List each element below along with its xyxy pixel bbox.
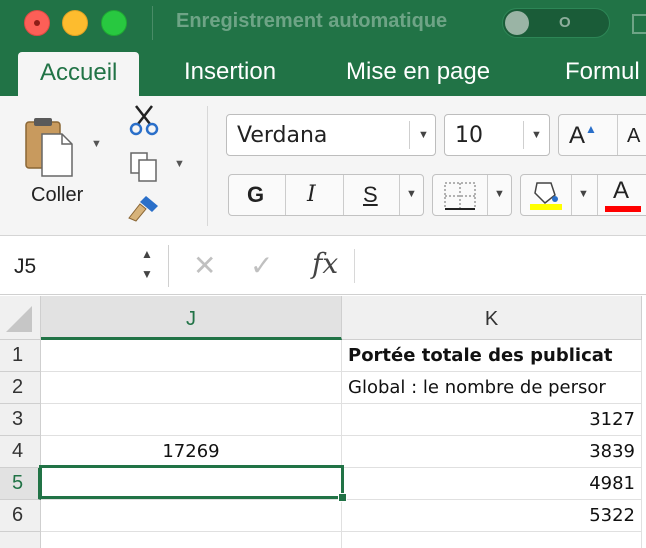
cell-k2[interactable]: Global : le nombre de persor xyxy=(342,372,642,404)
cell-k6[interactable]: 5322 xyxy=(342,500,642,532)
formula-divider xyxy=(354,249,355,283)
color-buttons: ▼ A xyxy=(520,174,646,216)
cell-j4[interactable]: 17269 xyxy=(41,436,342,468)
button-divider xyxy=(571,175,572,215)
format-painter-icon[interactable] xyxy=(128,194,160,224)
clipboard-icon[interactable] xyxy=(24,116,74,178)
ribbon-tabs: Accueil Insertion Mise en page Formul xyxy=(0,46,646,96)
button-divider xyxy=(285,175,286,215)
formula-divider xyxy=(168,245,169,287)
minimize-window-button[interactable] xyxy=(62,10,88,36)
grow-font-button[interactable]: A▲ xyxy=(569,122,597,150)
column-header-j[interactable]: J xyxy=(41,296,342,340)
column-header-k[interactable]: K xyxy=(342,296,642,340)
borders-chevron-down-icon[interactable]: ▼ xyxy=(494,188,505,200)
formula-bar: J5 ▲ ▼ ✕ ✓ fx xyxy=(0,237,646,295)
shrink-font-button[interactable]: A xyxy=(627,125,640,148)
scissors-icon[interactable] xyxy=(128,104,160,136)
chevron-up-icon[interactable]: ▲ xyxy=(141,247,153,261)
font-name-value: Verdana xyxy=(237,123,328,148)
select-all-icon xyxy=(6,306,32,332)
title-divider xyxy=(152,6,153,40)
tab-mise-en-page[interactable]: Mise en page xyxy=(346,46,490,96)
chevron-down-icon[interactable]: ▼ xyxy=(418,129,429,141)
cell-k4[interactable]: 3839 xyxy=(342,436,642,468)
chevron-down-icon[interactable]: ▼ xyxy=(141,267,153,281)
chevron-down-icon[interactable]: ▼ xyxy=(531,129,542,141)
cell-j3[interactable] xyxy=(41,404,342,436)
fill-color-chevron-down-icon[interactable]: ▼ xyxy=(578,188,589,200)
formula-input[interactable] xyxy=(364,251,644,281)
combo-divider xyxy=(523,121,524,149)
grow-font-label: A xyxy=(569,122,586,149)
cell-j1[interactable] xyxy=(41,340,342,372)
row-header[interactable]: 5 xyxy=(0,468,41,500)
cell-k5[interactable]: 4981 xyxy=(342,468,642,500)
tab-formules[interactable]: Formul xyxy=(565,46,640,96)
font-color-button[interactable]: A xyxy=(613,177,629,205)
font-size-combobox[interactable]: 10 ▼ xyxy=(444,114,550,156)
zoom-window-button[interactable] xyxy=(101,10,127,36)
borders-button[interactable]: ▼ xyxy=(432,174,512,216)
button-divider xyxy=(343,175,344,215)
cell-k3[interactable]: 3127 xyxy=(342,404,642,436)
close-window-button[interactable] xyxy=(24,10,50,36)
row-header[interactable] xyxy=(0,532,41,548)
fill-handle[interactable] xyxy=(338,493,347,502)
button-divider xyxy=(617,115,618,155)
button-divider xyxy=(597,175,598,215)
cell-j6[interactable] xyxy=(41,500,342,532)
copy-icon[interactable] xyxy=(130,152,158,182)
button-divider xyxy=(487,175,488,215)
bold-button[interactable]: G xyxy=(247,182,264,208)
font-color-swatch xyxy=(605,206,641,212)
copy-options-chevron-down-icon[interactable]: ▼ xyxy=(174,158,185,170)
title-bar: Enregistrement automatique O xyxy=(0,0,646,46)
cell-j2[interactable] xyxy=(41,372,342,404)
underline-options-chevron-down-icon[interactable]: ▼ xyxy=(406,188,417,200)
cell-j7[interactable] xyxy=(41,532,342,548)
borders-icon xyxy=(444,182,476,210)
cancel-icon[interactable]: ✕ xyxy=(193,249,216,282)
text-style-buttons: G I S ▼ xyxy=(228,174,424,216)
button-divider xyxy=(399,175,400,215)
select-all-button[interactable] xyxy=(0,296,41,340)
insert-function-icon[interactable]: fx xyxy=(312,247,338,280)
fill-color-swatch xyxy=(530,204,562,210)
ribbon-home: ▼ Coller ▼ Verdana ▼ 10 ▼ A▲ A G I S ▼ ▼… xyxy=(0,96,646,236)
toggle-knob xyxy=(505,11,529,35)
autosave-label: Enregistrement automatique xyxy=(176,10,448,32)
row-header[interactable]: 1 xyxy=(0,340,41,372)
font-size-buttons: A▲ A xyxy=(558,114,646,156)
row-header[interactable]: 4 xyxy=(0,436,41,468)
font-name-combobox[interactable]: Verdana ▼ xyxy=(226,114,436,156)
active-cell-selection[interactable] xyxy=(39,465,344,499)
fill-color-icon[interactable] xyxy=(529,179,563,211)
save-icon[interactable] xyxy=(632,14,646,34)
row-header[interactable]: 2 xyxy=(0,372,41,404)
enter-check-icon[interactable]: ✓ xyxy=(250,249,273,282)
paste-options-chevron-down-icon[interactable]: ▼ xyxy=(91,138,102,150)
font-size-value: 10 xyxy=(455,123,483,148)
ribbon-divider xyxy=(207,106,208,226)
row-header[interactable]: 3 xyxy=(0,404,41,436)
italic-button[interactable]: I xyxy=(307,182,316,207)
autosave-toggle[interactable]: O xyxy=(502,8,610,38)
cell-k1[interactable]: Portée totale des publicat xyxy=(342,340,642,372)
name-box[interactable]: J5 ▲ ▼ xyxy=(0,237,168,295)
name-box-value: J5 xyxy=(14,255,37,278)
triangle-up-icon: ▲ xyxy=(585,122,597,136)
cell-k7[interactable] xyxy=(342,532,642,548)
spreadsheet-grid: J K 1 Portée totale des publicat 2 Globa… xyxy=(0,296,646,548)
toggle-state-label: O xyxy=(559,14,571,31)
combo-divider xyxy=(409,121,410,149)
tab-insertion[interactable]: Insertion xyxy=(184,46,276,96)
tab-accueil[interactable]: Accueil xyxy=(18,52,140,96)
underline-button[interactable]: S xyxy=(363,182,378,208)
paste-button-label[interactable]: Coller xyxy=(31,184,83,207)
row-header[interactable]: 6 xyxy=(0,500,41,532)
